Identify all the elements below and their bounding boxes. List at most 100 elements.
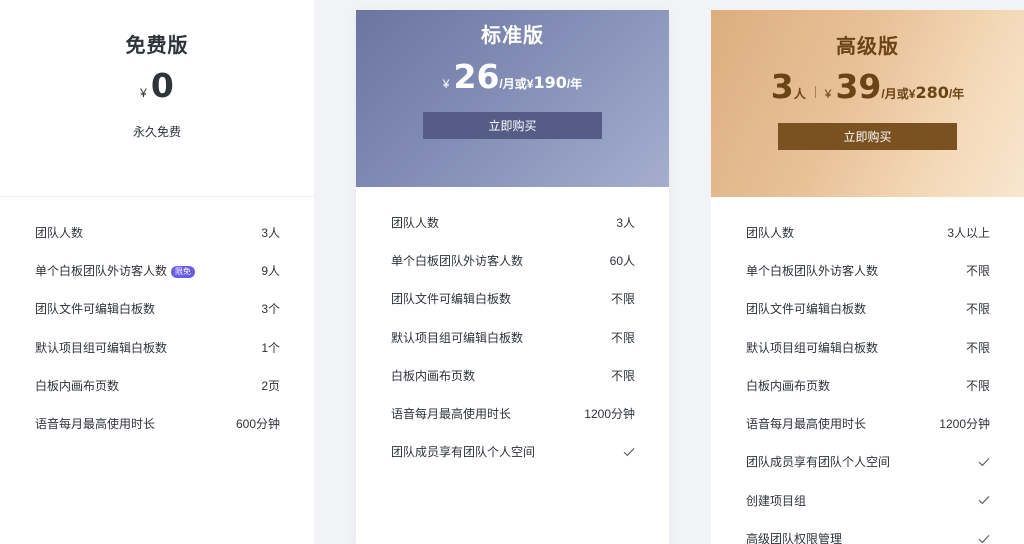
feature-label: 语音每月最高使用时长 [391,407,512,422]
feature-row: 白板内画布页数 2页 [35,366,280,404]
feature-label-wrap: 单个白板团队外访客人数 限免 [35,262,196,279]
price-year-amount: 190 [533,73,567,92]
check-icon [978,457,990,467]
feature-label: 默认项目组可编辑白板数 [391,330,524,345]
feature-value: 600分钟 [235,417,280,432]
plan-price: 3 人 ¥ 39 /月或 ¥ 280 /年 [711,67,1024,106]
buy-now-button[interactable]: 立即购买 [423,112,602,139]
feature-value: 3人 [616,215,635,230]
feature-value: 不限 [965,340,990,355]
feature-row: 创建项目组 [746,481,990,519]
check-icon [978,495,990,505]
feature-row: 团队成员享有团队个人空间 [746,443,990,481]
feature-label: 团队人数 [35,225,84,240]
feature-row: 默认项目组可编辑白板数 不限 [391,318,635,356]
plan-header-standard: 标准版 ¥ 26 /月或 ¥ 190 /年 立即购买 [356,10,669,187]
feature-label: 团队文件可编辑白板数 [35,302,156,317]
plan-card-standard: 标准版 ¥ 26 /月或 ¥ 190 /年 立即购买 团队人数 3人 单个白板团… [356,10,669,544]
price-year-amount: 280 [915,83,949,102]
currency-symbol: ¥ [442,77,450,91]
people-count: 3 [770,67,794,106]
feature-value: 1个 [261,340,280,355]
feature-list: 团队人数 3人 单个白板团队外访客人数 限免 9人 团队文件可编辑白板数 3个 默… [0,197,314,443]
price-separator [814,86,816,98]
plan-header-free: 免费版 ¥ 0 永久免费 [0,0,314,197]
currency-symbol: ¥ [526,77,534,91]
feature-row: 语音每月最高使用时长 1200分钟 [746,404,990,442]
currency-symbol: ¥ [824,87,832,101]
feature-label: 单个白板团队外访客人数 [391,253,524,268]
people-unit: 人 [793,87,806,101]
feature-row: 白板内画布页数 不限 [391,356,635,394]
feature-label: 语音每月最高使用时长 [746,417,867,432]
plan-name: 标准版 [481,25,544,47]
feature-value: 不限 [610,330,635,345]
feature-value: 9人 [261,263,280,278]
feature-row: 团队人数 3人 [35,213,280,251]
plan-header-premium: 高级版 3 人 ¥ 39 /月或 ¥ 280 /年 立即购买 [711,10,1024,197]
feature-list: 团队人数 3人以上 单个白板团队外访客人数 不限 团队文件可编辑白板数 不限 默… [711,197,1024,544]
feature-row: 团队人数 3人以上 [746,213,990,251]
feature-row: 单个白板团队外访客人数 60人 [391,241,635,279]
feature-list: 团队人数 3人 单个白板团队外访客人数 60人 团队文件可编辑白板数 不限 默认… [356,187,669,471]
feature-label: 团队成员享有团队个人空间 [391,445,536,460]
feature-label: 语音每月最高使用时长 [35,417,156,432]
plan-price: ¥ 26 /月或 ¥ 190 /年 [356,57,669,96]
feature-value: 3个 [261,302,280,317]
feature-label: 白板内画布页数 [391,368,476,383]
feature-row: 高级团队权限管理 [746,519,990,544]
plan-price: ¥ 0 [0,66,314,105]
price-per-month: /月或 [881,87,909,101]
buy-now-button[interactable]: 立即购买 [778,123,957,150]
price-amount: 0 [150,66,174,105]
feature-value: 不限 [610,368,635,383]
feature-row: 默认项目组可编辑白板数 1个 [35,328,280,366]
check-icon [978,534,990,544]
price-per-year: /年 [948,87,965,101]
plan-name: 免费版 [125,35,189,57]
feature-label: 团队文件可编辑白板数 [746,302,867,317]
limited-free-badge: 限免 [171,265,196,278]
feature-value: 60人 [609,253,635,268]
feature-value: 1200分钟 [939,417,990,432]
feature-row: 单个白板团队外访客人数 限免 9人 [35,251,280,289]
feature-label: 团队人数 [391,215,440,230]
feature-row: 白板内画布页数 不限 [746,366,990,404]
feature-value: 不限 [610,292,635,307]
feature-row: 团队文件可编辑白板数 不限 [746,290,990,328]
feature-value: 3人 [261,225,280,240]
feature-value: 不限 [965,378,990,393]
feature-label: 团队人数 [746,225,795,240]
feature-row: 团队人数 3人 [391,203,635,241]
feature-label: 高级团队权限管理 [746,532,843,544]
currency-symbol: ¥ [140,86,147,100]
currency-symbol: ¥ [908,87,916,101]
feature-label: 单个白板团队外访客人数 [746,263,879,278]
feature-value: 不限 [965,302,990,317]
feature-row: 团队文件可编辑白板数 不限 [391,280,635,318]
feature-label: 团队成员享有团队个人空间 [746,455,891,470]
check-icon [623,447,635,457]
feature-label: 团队文件可编辑白板数 [391,292,512,307]
feature-label: 白板内画布页数 [35,378,120,393]
price-per-year: /年 [566,77,583,91]
plan-name: 高级版 [836,36,899,58]
plan-card-free: 免费版 ¥ 0 永久免费 团队人数 3人 单个白板团队外访客人数 限免 9人 团队… [0,0,314,544]
free-note: 永久免费 [132,125,181,139]
plan-card-premium: 高级版 3 人 ¥ 39 /月或 ¥ 280 /年 立即购买 团队人数 3人以上… [711,10,1024,544]
price-amount: 26 [453,57,500,96]
feature-row: 单个白板团队外访客人数 不限 [746,251,990,289]
feature-label: 默认项目组可编辑白板数 [35,340,168,355]
feature-row: 默认项目组可编辑白板数 不限 [746,328,990,366]
feature-value: 不限 [965,263,990,278]
price-per-month: /月或 [499,77,527,91]
feature-value: 2页 [261,378,280,393]
feature-row: 团队成员享有团队个人空间 [391,433,635,471]
feature-row: 语音每月最高使用时长 1200分钟 [391,394,635,432]
price-amount: 39 [835,67,882,106]
feature-value: 3人以上 [947,225,990,240]
feature-label: 白板内画布页数 [746,378,831,393]
feature-label: 创建项目组 [746,493,807,508]
feature-row: 团队文件可编辑白板数 3个 [35,290,280,328]
feature-row: 语音每月最高使用时长 600分钟 [35,404,280,442]
